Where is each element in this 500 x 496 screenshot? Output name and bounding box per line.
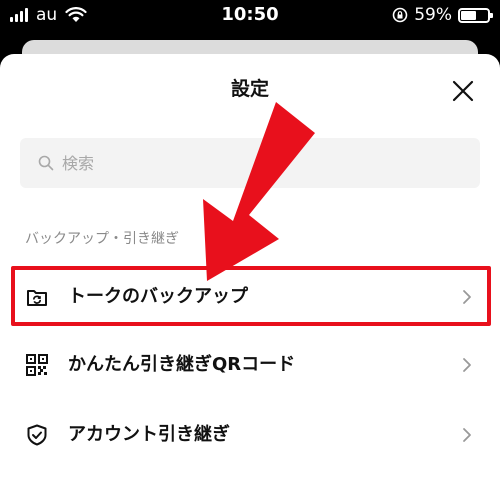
search-icon — [38, 155, 54, 171]
rotation-lock-icon — [392, 7, 408, 23]
menu-item-account-transfer[interactable]: アカウント引き継ぎ — [0, 405, 500, 465]
menu-item-label: アカウント引き継ぎ — [68, 424, 230, 445]
status-bar: au 10:50 59% — [0, 0, 500, 32]
highlight-box — [11, 266, 491, 326]
qr-code-icon — [26, 354, 48, 376]
chevron-right-icon — [463, 428, 471, 442]
close-icon[interactable] — [448, 76, 478, 106]
menu-item-qr-transfer[interactable]: かんたん引き継ぎQRコード — [0, 335, 500, 395]
shield-check-icon — [27, 424, 47, 446]
page-title: 設定 — [230, 78, 269, 100]
menu-item-label: かんたん引き継ぎQRコード — [68, 354, 296, 375]
battery-fill — [461, 10, 477, 20]
battery-icon — [458, 7, 493, 23]
search-input[interactable] — [62, 153, 442, 173]
section-title: バックアップ・引き継ぎ — [25, 231, 179, 247]
battery-percentage: 59% — [414, 5, 452, 25]
chevron-right-icon — [463, 358, 471, 372]
search-box[interactable] — [20, 138, 480, 188]
